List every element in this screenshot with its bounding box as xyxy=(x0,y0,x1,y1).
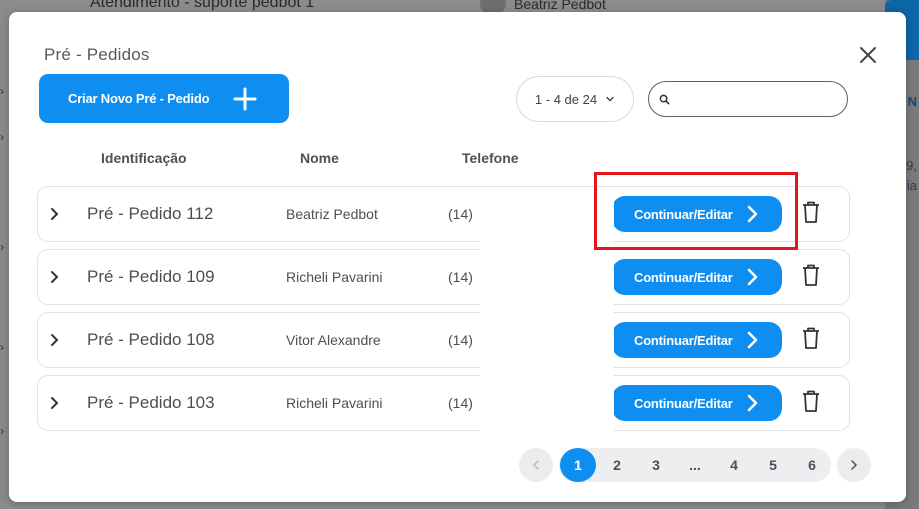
background-right-text: 9, xyxy=(906,158,917,173)
row-name: Vitor Alexandre xyxy=(286,332,381,348)
modal-title: Pré - Pedidos xyxy=(44,45,150,64)
continue-edit-button[interactable]: Continuar/Editar xyxy=(612,322,782,358)
page-5[interactable]: 5 xyxy=(755,448,791,482)
trash-icon[interactable] xyxy=(800,389,822,413)
trash-icon[interactable] xyxy=(800,263,822,287)
create-pre-order-button[interactable]: Criar Novo Pré - Pedido xyxy=(39,74,289,123)
background-user-name: Beatriz Pedbot xyxy=(514,0,606,12)
row-phone: (14) xyxy=(448,395,473,411)
continue-edit-button[interactable]: Continuar/Editar xyxy=(612,259,782,295)
close-button[interactable] xyxy=(857,44,879,66)
chevron-right-icon: › xyxy=(0,84,4,98)
create-pre-order-label: Criar Novo Pré - Pedido xyxy=(68,91,210,106)
page-range-label: 1 - 4 de 24 xyxy=(534,91,598,107)
row-identification: Pré - Pedido 108 xyxy=(87,330,215,349)
chevron-right-icon: › xyxy=(0,240,4,254)
continue-edit-label: Continuar/Editar xyxy=(634,269,733,285)
chevron-right-icon: › xyxy=(0,424,4,438)
page-ellipsis: ... xyxy=(689,457,701,473)
row-name: Richeli Pavarini xyxy=(286,269,383,285)
search-input[interactable] xyxy=(676,91,836,107)
close-icon xyxy=(860,47,876,63)
pre-orders-modal: Pré - Pedidos Criar Novo Pré - Pedido 1 … xyxy=(9,12,906,502)
page-2[interactable]: 2 xyxy=(599,448,635,482)
row-identification: Pré - Pedido 112 xyxy=(87,204,214,223)
chevron-right-icon[interactable] xyxy=(48,396,62,410)
chevron-right-icon xyxy=(747,268,758,286)
search-box[interactable] xyxy=(648,81,848,117)
page-4[interactable]: 4 xyxy=(716,448,752,482)
next-page-button[interactable] xyxy=(837,448,871,482)
page-range-select[interactable]: 1 - 4 de 24 xyxy=(516,76,634,122)
row-name: Richeli Pavarini xyxy=(286,395,383,411)
chevron-right-icon xyxy=(747,331,758,349)
continue-edit-label: Continuar/Editar xyxy=(634,332,733,348)
chevron-right-icon: › xyxy=(0,340,4,354)
background-right-text: N xyxy=(907,94,917,109)
chevron-right-icon[interactable] xyxy=(48,333,62,347)
chevron-right-icon xyxy=(747,394,758,412)
previous-page-button[interactable] xyxy=(519,448,553,482)
row-identification: Pré - Pedido 103 xyxy=(87,393,215,412)
background-right-text: ia xyxy=(906,178,917,193)
column-header-nome: Nome xyxy=(300,150,339,166)
table-row: Pré - Pedido 109 Richeli Pavarini (14) C… xyxy=(37,249,850,305)
row-identification: Pré - Pedido 109 xyxy=(87,267,215,286)
column-header-identificacao: Identificação xyxy=(101,150,187,166)
row-phone: (14) xyxy=(448,332,473,348)
page-6[interactable]: 6 xyxy=(794,448,830,482)
continue-edit-label: Continuar/Editar xyxy=(634,395,733,411)
row-phone: (14) xyxy=(448,269,473,285)
column-header-telefone: Telefone xyxy=(462,150,519,166)
row-phone: (14) xyxy=(448,206,473,222)
search-icon xyxy=(659,94,670,104)
row-name: Beatriz Pedbot xyxy=(286,206,378,222)
chevron-right-icon[interactable] xyxy=(48,270,62,284)
plus-icon xyxy=(233,87,257,110)
highlight-box xyxy=(594,172,798,250)
chevron-down-icon xyxy=(606,96,614,102)
chevron-right-icon: › xyxy=(0,130,4,144)
table-row: Pré - Pedido 108 Vitor Alexandre (14) Co… xyxy=(37,312,850,368)
chevron-left-icon xyxy=(532,460,539,470)
trash-icon[interactable] xyxy=(800,326,822,350)
background-conversation-title: Atendimento - suporte pedbot 1 xyxy=(90,0,315,11)
continue-edit-button[interactable]: Continuar/Editar xyxy=(612,385,782,421)
chevron-right-icon[interactable] xyxy=(48,207,62,221)
page-1[interactable]: 1 xyxy=(560,448,596,482)
page-3[interactable]: 3 xyxy=(638,448,674,482)
trash-icon[interactable] xyxy=(800,200,822,224)
table-row: Pré - Pedido 103 Richeli Pavarini (14) C… xyxy=(37,375,850,431)
chevron-right-icon xyxy=(851,460,858,470)
